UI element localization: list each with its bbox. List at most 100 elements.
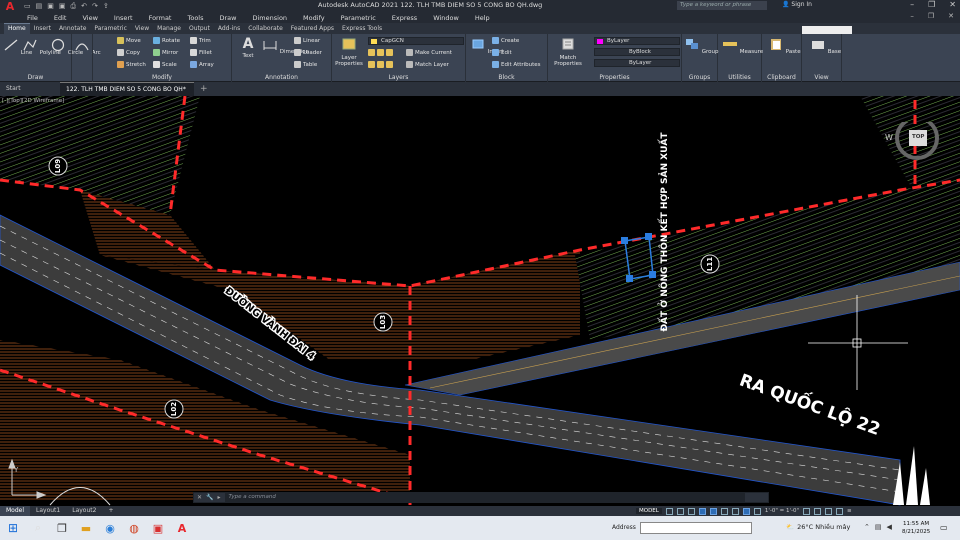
ortho-icon[interactable] [687,507,695,515]
match-properties-tool[interactable]: Match Properties [552,37,584,67]
open-icon[interactable]: ▤ [36,2,43,11]
layer-tools-row2[interactable] [368,61,393,68]
tab-annotate[interactable]: Annotate [55,24,90,34]
maximize-icon[interactable]: ❐ [928,0,935,9]
start-tab[interactable]: Start [0,82,60,96]
menu-help[interactable]: Help [475,14,490,22]
make-current-tool[interactable]: Make Current [406,49,452,56]
notification-icon[interactable]: ▭ [940,523,948,532]
chevron-up-icon[interactable]: ⌃ [864,523,870,531]
layer-properties-tool[interactable]: Layer Properties [334,37,364,67]
lineweight-toggle-icon[interactable] [720,507,728,515]
measure-tool[interactable]: Measure [722,37,763,55]
plot-icon[interactable]: ⎙ [71,2,77,11]
menu-window[interactable]: Window [433,14,459,22]
rotate-tool[interactable]: Rotate [153,37,180,44]
layer-tools-row[interactable] [368,49,393,56]
tab-manage[interactable]: Manage [153,24,185,34]
annotation-visibility-icon[interactable] [753,507,761,515]
layout-tab-layout1[interactable]: Layout1 [30,506,66,516]
file-explorer-icon[interactable]: ▬ [74,516,98,540]
block-panel-title[interactable]: Block [466,74,547,81]
view-panel-title[interactable]: View [802,74,841,81]
viewcube[interactable]: TOP W [881,122,941,172]
undo-icon[interactable]: ↶ [81,2,87,11]
network-icon[interactable]: ▤ [875,523,882,531]
menu-parametric[interactable]: Parametric [341,14,376,22]
text-tool[interactable]: A Text [240,37,256,59]
leader-tool[interactable]: Leader [294,49,322,56]
layout-tab-model[interactable]: Model [0,506,31,516]
ribbon-extra-field[interactable] [802,26,852,34]
customize-status-icon[interactable]: ≡ [847,508,852,514]
recent-commands-icon[interactable]: ▸ [218,494,221,501]
save-icon[interactable]: ▣ [47,2,54,11]
taskbar-clock[interactable]: 11:55 AM 8/21/2025 [902,520,930,536]
volume-icon[interactable]: ◀ [887,523,892,531]
linear-tool[interactable]: Linear [294,37,320,44]
properties-panel-title[interactable]: Properties [548,74,681,81]
close-command-icon[interactable]: ✕ [197,494,202,501]
viewport-controls[interactable]: [-][Top][2D Wireframe] [2,98,64,104]
tab-view[interactable]: View [131,24,153,34]
menu-tools[interactable]: Tools [187,14,203,22]
snap-icon[interactable] [676,507,684,515]
autocad-logo-icon[interactable]: A [0,0,20,13]
move-tool[interactable]: Move [117,37,141,44]
menu-express[interactable]: Express [392,14,417,22]
draw-panel-title[interactable]: Draw [0,74,71,81]
task-view-icon[interactable]: ❐ [50,516,74,540]
weather-widget[interactable]: ⛅ 26°C Nhiều mây [786,523,850,531]
close-icon[interactable]: ✕ [949,0,956,9]
tab-insert[interactable]: Insert [30,24,55,34]
layout-tab-layout2[interactable]: Layout2 [66,506,102,516]
lineweight-dropdown[interactable]: ByLayer [594,59,680,67]
menu-file[interactable]: File [27,14,38,22]
menu-draw[interactable]: Draw [220,14,237,22]
new-icon[interactable]: ▭ [24,2,31,11]
polar-icon[interactable] [698,507,706,515]
menu-edit[interactable]: Edit [54,14,67,22]
drawing-tab[interactable]: 122. TLH TMB DIEM SO 5 CONG BO QH* [60,82,194,96]
group-tool[interactable]: Group [684,37,719,55]
tab-add-ins[interactable]: Add-ins [214,24,244,34]
osnap-icon[interactable] [709,507,717,515]
create-block-tool[interactable]: Create [492,37,519,44]
sign-in-button[interactable]: 👤 Sign In [782,1,812,8]
command-input[interactable]: Type a command [224,493,745,502]
annotation-scale[interactable]: 1'-0" = 1'-0" [765,508,799,514]
layer-dropdown[interactable]: CapGCN [368,37,464,45]
tab-output[interactable]: Output [185,24,214,34]
table-tool[interactable]: Table [294,61,317,68]
selection-cycling-icon[interactable] [742,507,750,515]
fillet-tool[interactable]: Fillet [190,49,212,56]
edit-attributes-tool[interactable]: Edit Attributes [492,61,541,68]
save-as-icon[interactable]: ▣ [59,2,66,11]
grid-icon[interactable] [665,507,673,515]
menu-insert[interactable]: Insert [114,14,133,22]
match-layer-tool[interactable]: Match Layer [406,61,449,68]
workspace-icon[interactable] [814,507,822,515]
mirror-tool[interactable]: Mirror [153,49,178,56]
autocad-taskbar-icon[interactable]: A [170,516,194,540]
base-view-tool[interactable]: Base [810,37,841,55]
viewcube-west[interactable]: W [885,133,893,142]
modify-panel-title[interactable]: Modify [93,74,231,81]
groups-panel-title[interactable]: Groups [682,74,717,81]
color-dropdown[interactable]: ByLayer [594,37,680,45]
tab-express-tools[interactable]: Express Tools [338,24,386,34]
windows-start-icon[interactable]: ⊞ [0,516,26,540]
doc-restore-icon[interactable]: ❐ [928,12,934,20]
new-tab-icon[interactable]: + [194,82,214,96]
scale-tool[interactable]: Scale [153,61,177,68]
menu-modify[interactable]: Modify [303,14,325,22]
edit-block-tool[interactable]: Edit [492,49,512,56]
share-icon[interactable]: ⇪ [103,2,109,11]
address-input[interactable] [640,522,752,534]
tab-parametric[interactable]: Parametric [90,24,131,34]
redo-icon[interactable]: ↷ [92,2,98,11]
viewcube-top[interactable]: TOP [912,134,924,140]
copy-tool[interactable]: Copy [117,49,140,56]
minimize-icon[interactable]: – [910,0,914,9]
drawing-canvas[interactable]: [-][Top][2D Wireframe] L09 L03 L02 L11 Đ… [0,96,960,506]
